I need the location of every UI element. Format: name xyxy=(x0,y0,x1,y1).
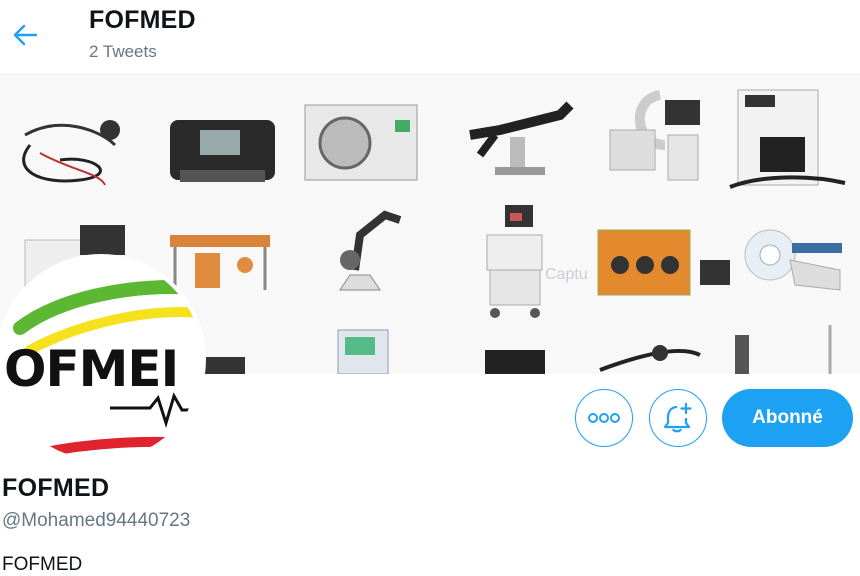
arrow-left-icon xyxy=(13,24,38,46)
following-button[interactable]: Abonné xyxy=(722,389,853,447)
header-tweet-count: 2 Tweets xyxy=(89,42,157,61)
back-button[interactable] xyxy=(6,16,44,54)
small-device-image xyxy=(205,357,245,374)
bell-plus-icon xyxy=(663,402,692,433)
syringe-pump-image xyxy=(337,329,389,374)
notifications-button[interactable] xyxy=(649,389,707,447)
header-title: FOFMED xyxy=(89,6,196,34)
patient-monitor-image xyxy=(485,350,545,374)
fofmed-logo: OFMEI xyxy=(0,258,202,460)
profile-bio: FOFMED xyxy=(2,554,83,575)
avatar-logo-text: OFMEI xyxy=(4,340,178,398)
more-options-button[interactable] xyxy=(575,389,633,447)
profile-handle: @Mohamed94440723 xyxy=(2,510,191,531)
portable-ventilator-image xyxy=(170,120,275,182)
profile-avatar[interactable]: OFMEI xyxy=(0,254,206,464)
more-dots-icon xyxy=(588,413,620,423)
profile-header-bar: FOFMED 2 Tweets xyxy=(0,0,860,75)
autoclave-image xyxy=(304,104,418,181)
banner-watermark: Captu xyxy=(545,266,588,283)
profile-name: FOFMED xyxy=(2,474,110,502)
